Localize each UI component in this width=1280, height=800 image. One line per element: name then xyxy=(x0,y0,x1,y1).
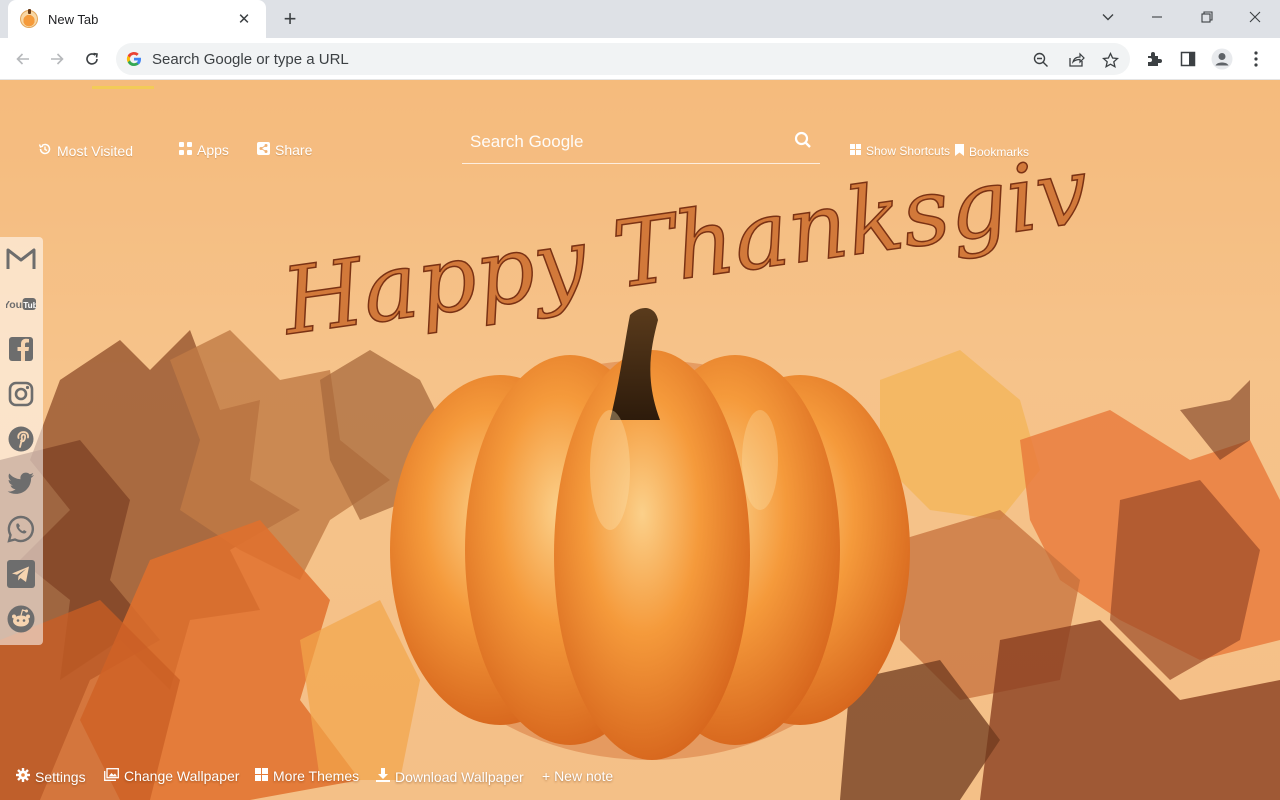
instagram-link[interactable] xyxy=(6,379,36,409)
telegram-link[interactable] xyxy=(6,559,36,589)
instagram-icon xyxy=(8,381,34,407)
bookmarks-link[interactable]: Bookmarks xyxy=(955,144,1029,159)
most-visited-label: Most Visited xyxy=(57,142,133,159)
new-note-button[interactable]: + New note xyxy=(542,768,613,784)
windows-grid-icon xyxy=(255,768,268,784)
image-gallery-icon xyxy=(104,768,119,784)
forward-button[interactable] xyxy=(42,44,72,74)
new-tab-button[interactable]: + xyxy=(276,5,304,33)
pinterest-link[interactable] xyxy=(6,424,36,454)
bookmark-icon xyxy=(955,144,964,159)
chrome-menu-button[interactable] xyxy=(1244,47,1268,71)
change-wallpaper-label: Change Wallpaper xyxy=(124,768,240,784)
address-bar[interactable] xyxy=(116,43,1130,75)
gmail-icon xyxy=(6,248,36,269)
apps-grid-icon xyxy=(179,142,192,158)
share-square-icon xyxy=(257,142,270,158)
share-icon xyxy=(1068,52,1085,67)
side-panel-button[interactable] xyxy=(1176,47,1200,71)
more-themes-label: More Themes xyxy=(273,768,360,784)
pinterest-icon xyxy=(8,426,34,452)
tab-new-tab[interactable]: New Tab ✕ xyxy=(8,0,266,38)
side-panel-icon xyxy=(1180,51,1196,67)
tab-search-button[interactable] xyxy=(1085,0,1131,34)
bookmarks-label: Bookmarks xyxy=(969,144,1030,159)
svg-text:Tube: Tube xyxy=(23,301,36,310)
loading-indicator xyxy=(92,86,154,89)
telegram-icon xyxy=(7,560,35,588)
svg-text:You: You xyxy=(6,299,22,311)
download-wallpaper-label: Download Wallpaper xyxy=(395,768,524,785)
gmail-link[interactable] xyxy=(6,244,36,274)
close-window-button[interactable] xyxy=(1232,0,1278,34)
happy-thanksgiving-headline: Happy Thanksgiving! xyxy=(273,150,1090,340)
new-tab-page: Happy Thanksgiving! Most Visited Apps Sh… xyxy=(0,80,1280,800)
reload-button[interactable] xyxy=(77,44,107,74)
social-sidebar: YouTube xyxy=(0,237,43,645)
download-wallpaper-button[interactable]: Download Wallpaper xyxy=(376,768,524,785)
share-page-button[interactable] xyxy=(1065,49,1087,71)
search-icon[interactable] xyxy=(794,131,812,154)
settings-label: Settings xyxy=(35,768,86,785)
most-visited-link[interactable]: Most Visited xyxy=(38,142,133,159)
history-icon xyxy=(38,142,52,159)
pumpkin-favicon-icon xyxy=(20,9,38,28)
share-label: Share xyxy=(275,142,313,158)
youtube-icon: YouTube xyxy=(6,298,36,311)
change-wallpaper-button[interactable]: Change Wallpaper xyxy=(104,768,239,784)
shortcuts-grid-icon xyxy=(850,144,861,158)
zoom-icon xyxy=(1033,52,1048,67)
browser-toolbar xyxy=(0,38,1280,80)
youtube-link[interactable]: YouTube xyxy=(6,289,36,319)
facebook-icon xyxy=(9,337,33,361)
reddit-icon xyxy=(7,605,35,633)
star-icon xyxy=(1101,51,1119,68)
zoom-button[interactable] xyxy=(1030,49,1052,71)
minimize-button[interactable] xyxy=(1134,0,1180,34)
tab-close-button[interactable]: ✕ xyxy=(234,10,254,28)
more-themes-button[interactable]: More Themes xyxy=(255,768,359,784)
show-shortcuts-link[interactable]: Show Shortcuts xyxy=(850,144,950,158)
show-shortcuts-label: Show Shortcuts xyxy=(866,144,951,158)
close-icon xyxy=(1249,11,1261,23)
back-icon xyxy=(16,53,29,65)
apps-label: Apps xyxy=(197,142,229,158)
apps-link[interactable]: Apps xyxy=(179,142,229,158)
back-button[interactable] xyxy=(8,44,38,74)
google-g-icon xyxy=(126,51,142,67)
whatsapp-link[interactable] xyxy=(6,514,36,544)
settings-button[interactable]: Settings xyxy=(16,768,86,785)
tab-title: New Tab xyxy=(48,11,99,27)
whatsapp-icon xyxy=(7,515,34,543)
profile-button[interactable] xyxy=(1210,47,1234,71)
download-icon xyxy=(376,768,390,785)
bookmark-star-button[interactable] xyxy=(1099,49,1121,71)
restore-button[interactable] xyxy=(1184,0,1230,34)
share-link[interactable]: Share xyxy=(257,142,312,158)
bottom-toolbar: Settings Change Wallpaper More Themes Do… xyxy=(0,768,700,788)
new-note-label: + New note xyxy=(542,768,614,784)
google-search-box xyxy=(462,124,820,164)
profile-icon xyxy=(1211,48,1233,70)
extensions-button[interactable] xyxy=(1142,47,1166,71)
omnibox-input[interactable] xyxy=(152,50,972,68)
restore-icon xyxy=(1201,11,1213,23)
facebook-link[interactable] xyxy=(6,334,36,364)
reload-icon xyxy=(86,52,98,65)
reddit-link[interactable] xyxy=(6,604,36,634)
twitter-icon xyxy=(7,472,34,494)
forward-icon xyxy=(51,53,64,65)
svg-text:Happy Thanksgiving!: Happy Thanksgiving! xyxy=(274,150,1090,340)
chevron-down-icon xyxy=(1102,14,1114,21)
menu-icon xyxy=(1254,51,1258,67)
minimize-icon xyxy=(1152,16,1162,18)
tab-strip: New Tab ✕ + xyxy=(0,0,1280,38)
twitter-link[interactable] xyxy=(6,469,36,499)
google-search-input[interactable] xyxy=(470,132,790,152)
gear-icon xyxy=(16,768,30,785)
extensions-icon xyxy=(1148,52,1162,66)
